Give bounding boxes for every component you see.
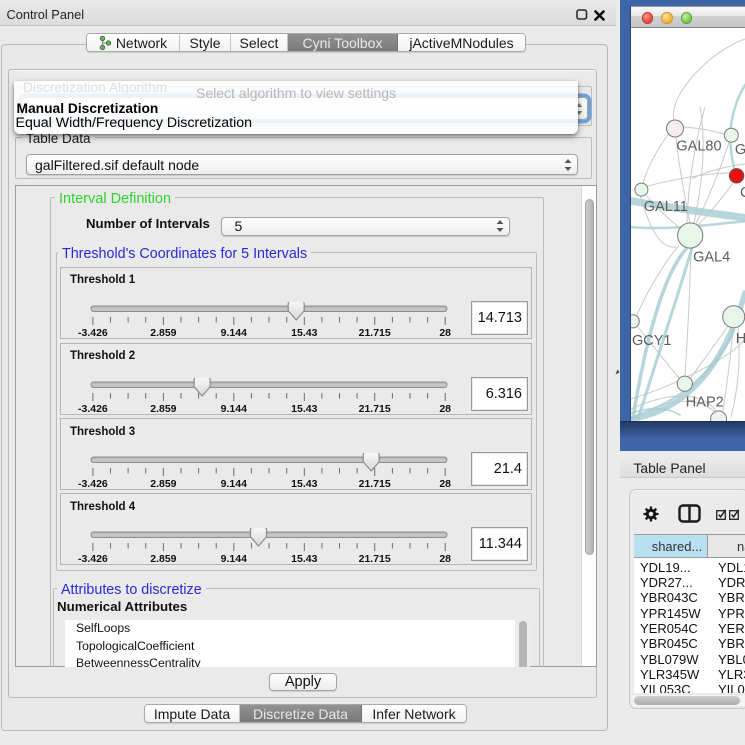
svg-text:2.859: 2.859: [150, 478, 176, 490]
svg-text:-3.426: -3.426: [78, 553, 108, 565]
svg-text:C: C: [740, 185, 745, 201]
svg-text:9.144: 9.144: [221, 478, 247, 490]
svg-text:9.144: 9.144: [221, 553, 247, 565]
svg-text:21.715: 21.715: [359, 553, 391, 565]
svg-text:HAP2: HAP2: [686, 395, 724, 411]
svg-text:GAL80: GAL80: [676, 139, 721, 155]
svg-text:15.43: 15.43: [291, 478, 317, 490]
svg-text:-3.426: -3.426: [78, 478, 108, 490]
svg-text:2.859: 2.859: [150, 553, 176, 565]
svg-text:28: 28: [439, 403, 451, 415]
svg-text:-3.426: -3.426: [78, 403, 108, 415]
svg-text:GCY1: GCY1: [632, 333, 672, 349]
svg-text:GA: GA: [735, 142, 745, 158]
svg-text:2.859: 2.859: [150, 403, 176, 415]
svg-text:9.144: 9.144: [221, 403, 247, 415]
svg-text:H: H: [736, 331, 745, 347]
svg-text:15.43: 15.43: [291, 327, 317, 339]
svg-text:28: 28: [439, 327, 451, 339]
svg-text:21.715: 21.715: [359, 403, 391, 415]
svg-text:28: 28: [439, 478, 451, 490]
svg-text:15.43: 15.43: [291, 403, 317, 415]
svg-text:2.859: 2.859: [150, 327, 176, 339]
svg-text:GAL4: GAL4: [693, 250, 730, 266]
svg-text:9.144: 9.144: [221, 327, 247, 339]
svg-text:15.43: 15.43: [291, 553, 317, 565]
svg-text:GAL11: GAL11: [644, 199, 688, 215]
svg-text:-3.426: -3.426: [78, 327, 108, 339]
svg-text:21.715: 21.715: [359, 327, 391, 339]
svg-text:21.715: 21.715: [359, 478, 391, 490]
svg-text:28: 28: [439, 553, 451, 565]
